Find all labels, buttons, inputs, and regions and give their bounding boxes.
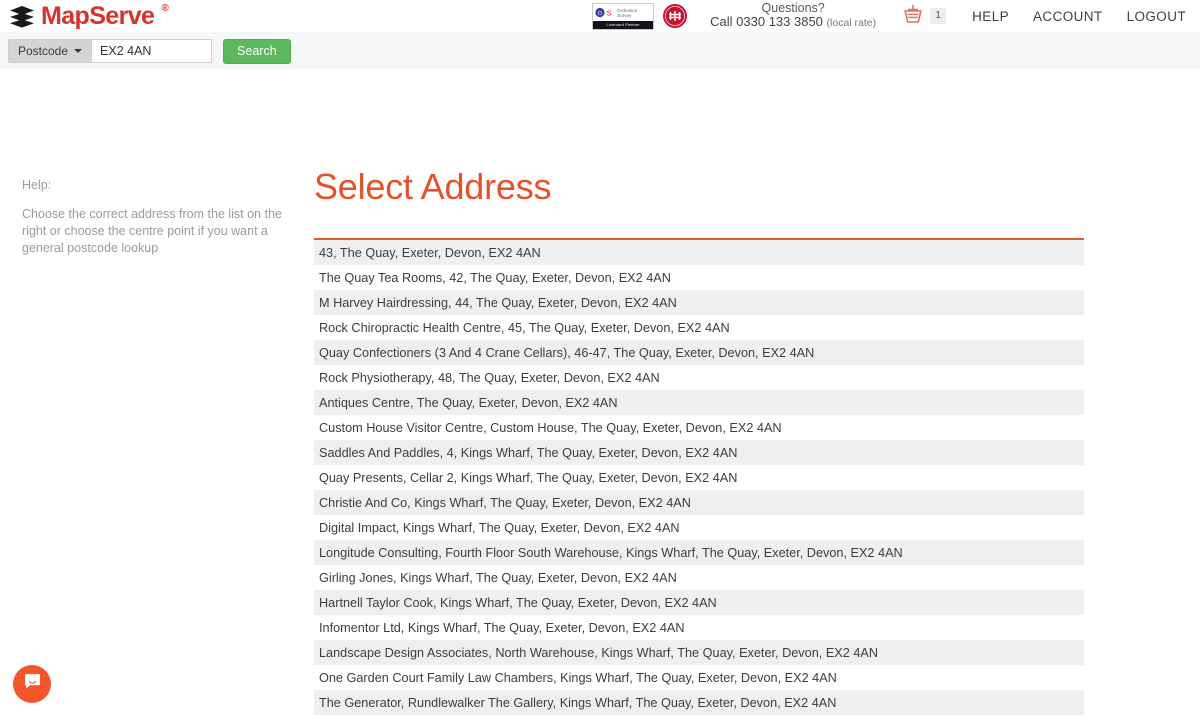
page-title: Select Address — [314, 166, 552, 207]
nav-link-help[interactable]: HELP — [972, 9, 1009, 24]
page-body: Help: Choose the correct address from th… — [0, 70, 1200, 716]
address-row[interactable]: Antiques Centre, The Quay, Exeter, Devon… — [314, 390, 1084, 415]
os-line2: Survey — [617, 12, 632, 18]
phone-number: Call 0330 133 3850 — [710, 14, 823, 29]
address-row[interactable]: The Quay Tea Rooms, 42, The Quay, Exeter… — [314, 265, 1084, 290]
help-heading: Help: — [22, 178, 52, 192]
svg-text:O: O — [598, 11, 602, 17]
os-mark-icon: O S — [595, 7, 615, 18]
search-button[interactable]: Search — [223, 38, 291, 64]
os-licensed-partner-label: Licensed Partner — [593, 20, 654, 29]
brand-name: MapServe — [41, 2, 155, 30]
address-row[interactable]: Digital Impact, Kings Wharf, The Quay, E… — [314, 515, 1084, 540]
search-type-dropdown[interactable]: Postcode — [8, 39, 92, 63]
address-row[interactable]: The Generator, Rundlewalker The Gallery,… — [314, 690, 1084, 715]
address-row[interactable]: Longitude Consulting, Fourth Floor South… — [314, 540, 1084, 565]
red-seal-badge — [662, 3, 688, 29]
address-row[interactable]: Rock Physiotherapy, 48, The Quay, Exeter… — [314, 365, 1084, 390]
search-input[interactable] — [91, 39, 213, 63]
header-right-group: O S Ordnance Survey Licensed Partner Que… — [592, 0, 1186, 32]
address-list: 43, The Quay, Exeter, Devon, EX2 4AN The … — [314, 240, 1084, 716]
nav-link-logout[interactable]: LOGOUT — [1127, 9, 1186, 24]
partner-badges: O S Ordnance Survey Licensed Partner — [592, 2, 688, 30]
address-row[interactable]: One Garden Court Family Law Chambers, Ki… — [314, 665, 1084, 690]
address-row[interactable]: Infomentor Ltd, Kings Wharf, The Quay, E… — [314, 615, 1084, 640]
address-row[interactable]: M Harvey Hairdressing, 44, The Quay, Exe… — [314, 290, 1084, 315]
ordnance-survey-logo: O S Ordnance Survey Licensed Partner — [592, 2, 655, 30]
phone-rate-note: (local rate) — [826, 17, 877, 29]
cart-button[interactable]: 1 — [902, 4, 947, 29]
address-row[interactable]: Hartnell Taylor Cook, Kings Wharf, The Q… — [314, 590, 1084, 615]
address-row[interactable]: Rock Chiropractic Health Centre, 45, The… — [314, 315, 1084, 340]
address-row[interactable]: Quay Presents, Cellar 2, Kings Wharf, Th… — [314, 465, 1084, 490]
header-nav: HELP ACCOUNT LOGOUT — [972, 9, 1186, 24]
site-header: MapServe ® O S Ordnance Survey Licensed … — [0, 0, 1200, 32]
search-toolbar: Postcode Search — [0, 32, 1200, 70]
registered-mark: ® — [161, 3, 169, 14]
help-description: Choose the correct address from the list… — [22, 207, 282, 255]
layers-stack-icon — [9, 5, 35, 29]
cart-item-count: 1 — [930, 8, 947, 24]
help-sidebar: Help: Choose the correct address from th… — [0, 70, 310, 716]
address-row[interactable]: Saddles And Paddles, 4, Kings Wharf, The… — [314, 440, 1084, 465]
os-line1: Ordnance — [617, 7, 638, 13]
contact-info: Questions? Call 0330 133 3850 (local rat… — [710, 2, 876, 30]
main-content: Select Address 43, The Quay, Exeter, Dev… — [310, 70, 1200, 716]
address-row[interactable]: 43, The Quay, Exeter, Devon, EX2 4AN — [314, 240, 1084, 265]
address-row[interactable]: Landscape Design Associates, North Wareh… — [314, 640, 1084, 665]
address-row[interactable]: Girling Jones, Kings Wharf, The Quay, Ex… — [314, 565, 1084, 590]
brand-logo[interactable]: MapServe ® — [9, 3, 169, 29]
chevron-down-icon — [74, 49, 83, 53]
chat-bubble-icon — [23, 672, 42, 696]
address-row[interactable]: Quay Confectioners (3 And 4 Crane Cellar… — [314, 340, 1084, 365]
chat-launcher-button[interactable] — [13, 665, 51, 703]
svg-text:S: S — [607, 9, 612, 18]
address-row[interactable]: Custom House Visitor Centre, Custom Hous… — [314, 415, 1084, 440]
search-type-label: Postcode — [18, 44, 69, 58]
address-row[interactable]: Christie And Co, Kings Wharf, The Quay, … — [314, 490, 1084, 515]
nav-link-account[interactable]: ACCOUNT — [1033, 9, 1103, 24]
shopping-basket-icon — [902, 4, 924, 29]
